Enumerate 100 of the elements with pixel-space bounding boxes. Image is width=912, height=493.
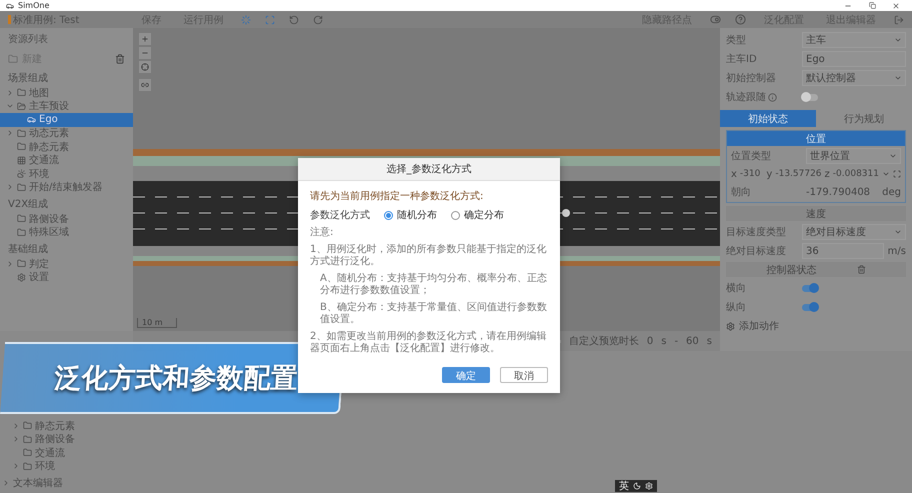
folder-icon — [23, 462, 32, 471]
coordinate-value[interactable]: -0.008311 — [832, 169, 879, 179]
moon-icon[interactable] — [633, 482, 641, 490]
folder-icon — [17, 128, 26, 138]
crosshair-icon — [141, 63, 149, 71]
zoom-out-button[interactable] — [139, 47, 151, 59]
folder-icon — [17, 214, 26, 224]
start-time[interactable]: 0 — [646, 336, 654, 346]
section-title: 基础组成 — [7, 242, 49, 257]
folder-icon — [17, 182, 26, 192]
car-icon — [27, 115, 36, 124]
ime-mode-label[interactable]: 英 — [619, 479, 629, 493]
section-header: 控制器状态 — [726, 262, 906, 277]
folder-icon — [17, 88, 26, 98]
notes-title: 注意: — [310, 227, 334, 239]
tree-item[interactable]: 路侧设备 — [0, 212, 133, 226]
tree-item[interactable]: 动态元素 — [0, 126, 133, 140]
undo-icon[interactable] — [289, 14, 300, 24]
field-label: 朝向 — [731, 186, 752, 199]
separator: - — [674, 336, 678, 346]
dialog-prompt: 请先为当前用例指定一种参数泛化方式: — [310, 190, 484, 203]
radio-option[interactable]: 确定分布 — [451, 208, 504, 222]
select-field[interactable]: 世界位置 — [806, 148, 901, 164]
tree-item[interactable]: 静态元素 — [0, 419, 912, 432]
caret-icon[interactable] — [12, 462, 20, 470]
tree-item[interactable]: 路侧设备 — [0, 432, 912, 446]
tree-item[interactable]: Ego — [0, 113, 133, 126]
select-field[interactable]: 主车 — [802, 32, 906, 48]
field-label: 位置类型 — [731, 150, 772, 163]
center-button[interactable] — [139, 61, 151, 73]
link-button[interactable] — [139, 79, 151, 91]
tree-item[interactable]: 文本编辑器 — [0, 476, 69, 490]
input-field[interactable]: Ego — [802, 51, 906, 67]
link-icon — [141, 81, 149, 89]
caret-icon[interactable] — [6, 183, 14, 192]
caret-icon[interactable] — [12, 422, 20, 430]
field-label: 主车ID — [726, 52, 758, 66]
note-text: 2、如需更改当前用例的参数泛化方式，请在用例编辑器页面右上角点击【泛化配置】进行修改。 — [310, 331, 548, 355]
section-title: V2X组成 — [7, 198, 50, 212]
caret-icon[interactable] — [2, 479, 10, 488]
coordinate-value[interactable]: -310 — [740, 169, 764, 179]
caret-icon[interactable] — [6, 129, 14, 138]
coordinate-value[interactable]: -13.57726 — [775, 169, 822, 179]
tree-item[interactable]: 地图 — [0, 86, 133, 100]
axis-label: y — [766, 168, 772, 180]
tree-item[interactable]: 判定 — [0, 257, 133, 270]
folder-icon — [17, 142, 26, 152]
tree-item[interactable]: 交通流 — [0, 154, 133, 167]
redo-icon[interactable] — [313, 14, 324, 24]
tree-item[interactable]: 设置 — [0, 270, 133, 284]
note-text: B、确定分布：支持基于常量值、区间值进行参数数值设置。 — [319, 302, 548, 326]
field-label: 初始控制器 — [726, 72, 777, 85]
toggle-switch[interactable] — [802, 94, 818, 100]
toggle-icon[interactable] — [710, 14, 721, 25]
caret-icon[interactable] — [12, 435, 20, 444]
trash-icon[interactable] — [115, 54, 125, 64]
end-time[interactable]: 60 — [686, 336, 699, 346]
select-field[interactable]: 默认控制器 — [802, 70, 906, 86]
help-icon[interactable] — [735, 14, 746, 25]
trash-icon[interactable] — [856, 265, 866, 274]
tree-item[interactable]: 特殊区域 — [0, 226, 133, 239]
heading-value[interactable]: -179.790408 — [806, 186, 880, 198]
toggle-switch[interactable] — [802, 304, 818, 310]
restore-icon[interactable] — [868, 2, 876, 9]
card-header: 位置 — [727, 131, 905, 146]
preview-label: 自定义预览时长 — [568, 334, 639, 348]
caret-icon[interactable] — [6, 88, 14, 97]
radio-option[interactable]: 随机分布 — [384, 208, 437, 222]
info-icon[interactable] — [768, 92, 777, 102]
unit-label: s — [706, 336, 712, 346]
tree-item[interactable]: 主车预设 — [0, 100, 133, 113]
exit-icon[interactable] — [894, 14, 904, 24]
close-icon[interactable] — [892, 2, 900, 10]
unit-label: deg — [882, 186, 901, 198]
expand-icon[interactable] — [893, 170, 901, 178]
field-label: 参数泛化方式 — [310, 208, 370, 222]
add-action-link[interactable]: 添加动作 — [739, 319, 779, 333]
tree-item[interactable]: 环境 — [0, 460, 912, 473]
tree-item[interactable]: 交通流 — [0, 446, 912, 460]
cancel-button[interactable]: 取消 — [500, 367, 548, 383]
toggle-switch[interactable] — [802, 284, 818, 292]
folder-icon — [17, 102, 26, 111]
caret-icon[interactable] — [882, 170, 890, 178]
tab[interactable]: 初始状态 — [720, 110, 816, 127]
scale-bar: 10 m — [137, 318, 177, 328]
tree-item[interactable]: 环境 — [0, 167, 133, 180]
zoom-in-button[interactable] — [139, 33, 151, 45]
caret-icon — [894, 74, 902, 82]
tree-item[interactable]: 开始/结束触发器 — [0, 180, 133, 194]
caret-icon — [894, 36, 902, 44]
field-label: 横向 — [726, 282, 747, 295]
caret-icon[interactable] — [6, 260, 14, 268]
field-label: 类型 — [726, 34, 747, 47]
section-title: 场景组成 — [7, 72, 49, 86]
select-field[interactable]: 绝对目标速度 — [802, 224, 906, 240]
tab[interactable]: 行为规划 — [816, 110, 912, 127]
confirm-button[interactable]: 确定 — [442, 367, 490, 383]
weather-icon — [17, 169, 26, 178]
input-field[interactable]: 36 — [802, 243, 884, 259]
tree-item[interactable]: 静态元素 — [0, 140, 133, 154]
